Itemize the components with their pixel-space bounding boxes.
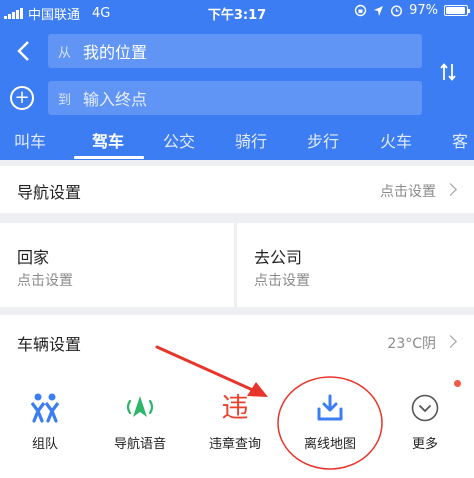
violation-icon: 违 [221, 393, 249, 424]
destination-placeholder: 输入终点 [83, 90, 148, 109]
origin-prefix: 从 [58, 45, 72, 61]
orientation-lock-icon [354, 4, 367, 17]
plus-icon: + [14, 87, 30, 108]
vehicle-settings-title: 车辆设置 [17, 335, 82, 354]
offline-map-label: 离线地图 [303, 437, 356, 452]
tab-bike[interactable]: 骑行 [235, 128, 267, 152]
bottom-toolbar: 组队 导航语音 违 违章查询 离线地图 更多 [0, 367, 474, 478]
nav-settings-row[interactable]: 导航设置 点击设置 [0, 166, 474, 213]
home-subtitle: 点击设置 [17, 273, 73, 289]
voice-navigation-icon [126, 396, 154, 417]
battery-icon [444, 5, 470, 16]
company-subtitle: 点击设置 [254, 273, 310, 289]
nav-settings-title: 导航设置 [17, 183, 82, 202]
nav-settings-action: 点击设置 [380, 184, 436, 200]
chevron-down-icon [411, 394, 439, 422]
active-tab-indicator [74, 156, 144, 159]
tab-coach[interactable]: 客 [452, 128, 468, 152]
swap-route-button[interactable] [436, 62, 460, 88]
status-bar: 中国联通 4G 下午3:17 97% [0, 0, 474, 24]
home-shortcut[interactable]: 回家 点击设置 [0, 223, 234, 307]
weather-info: 23°C阴 [387, 336, 436, 352]
team-label: 组队 [31, 437, 58, 452]
tab-drive[interactable]: 驾车 [92, 128, 124, 152]
company-shortcut[interactable]: 去公司 点击设置 [237, 223, 474, 307]
tab-walk[interactable]: 步行 [307, 128, 339, 152]
transport-tabs: 叫车 驾车 公交 骑行 步行 火车 客 [0, 124, 474, 160]
tab-bus[interactable]: 公交 [163, 128, 195, 152]
team-icon [30, 393, 60, 423]
alarm-icon [391, 5, 403, 17]
home-title: 回家 [17, 248, 50, 267]
origin-value: 我的位置 [83, 43, 148, 62]
tab-taxi[interactable]: 叫车 [14, 128, 46, 152]
destination-input[interactable]: 到 输入终点 [48, 81, 422, 115]
violation-query-button[interactable]: 违 违章查询 [190, 367, 280, 478]
add-waypoint-button[interactable]: + [10, 86, 34, 110]
more-label: 更多 [411, 437, 438, 452]
header: 中国联通 4G 下午3:17 97% 从 我的位置 + 到 输入终点 叫车 驾车… [0, 0, 474, 160]
team-button[interactable]: 组队 [0, 367, 90, 478]
back-button[interactable] [8, 36, 38, 66]
voice-navigation-label: 导航语音 [113, 437, 166, 452]
company-title: 去公司 [254, 248, 303, 267]
back-arrow-icon [17, 41, 29, 61]
destination-prefix: 到 [58, 92, 72, 108]
vehicle-settings-row[interactable]: 车辆设置 23°C阴 [0, 315, 474, 367]
violation-query-label: 违章查询 [208, 437, 261, 452]
offline-map-button[interactable]: 离线地图 [285, 367, 375, 478]
chevron-right-icon [444, 335, 457, 348]
voice-navigation-button[interactable]: 导航语音 [95, 367, 185, 478]
download-icon [317, 394, 343, 421]
battery-percent: 97% [409, 3, 438, 18]
location-icon [374, 5, 384, 16]
notification-dot [454, 380, 461, 387]
chevron-right-icon [444, 183, 457, 196]
tab-train[interactable]: 火车 [380, 128, 412, 152]
swap-icon [440, 63, 456, 81]
origin-input[interactable]: 从 我的位置 [48, 34, 422, 68]
